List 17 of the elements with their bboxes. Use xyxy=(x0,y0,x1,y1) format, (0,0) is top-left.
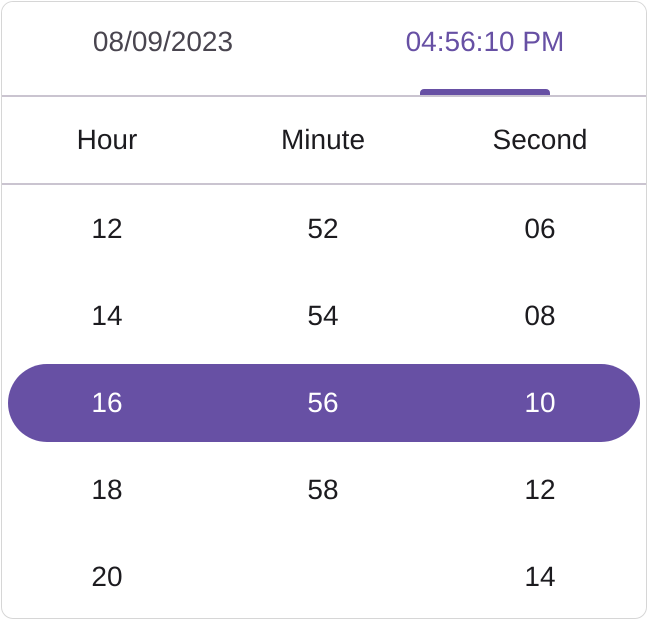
picker-value[interactable]: 08 xyxy=(524,300,556,332)
picker-value[interactable]: 14 xyxy=(524,560,556,592)
column-header: Hour xyxy=(76,124,138,156)
picker-value[interactable]: 54 xyxy=(307,300,339,332)
picker-value[interactable]: 18 xyxy=(91,474,123,506)
picker-value[interactable]: 20 xyxy=(91,560,123,592)
picker-value[interactable]: 14 xyxy=(91,300,123,332)
picker-value[interactable]: 52 xyxy=(307,212,339,244)
picker-value[interactable]: 12 xyxy=(91,212,123,244)
column-header: Second xyxy=(492,124,588,156)
picker-value[interactable]: 06 xyxy=(524,212,556,244)
picker-value[interactable]: 10 xyxy=(524,386,556,418)
picker-value[interactable]: 58 xyxy=(307,474,339,506)
column-header: Minute xyxy=(280,124,366,156)
picker-value[interactable]: 16 xyxy=(91,386,123,418)
picker-value[interactable]: 12 xyxy=(524,474,556,506)
picker-value[interactable]: 56 xyxy=(307,386,339,418)
